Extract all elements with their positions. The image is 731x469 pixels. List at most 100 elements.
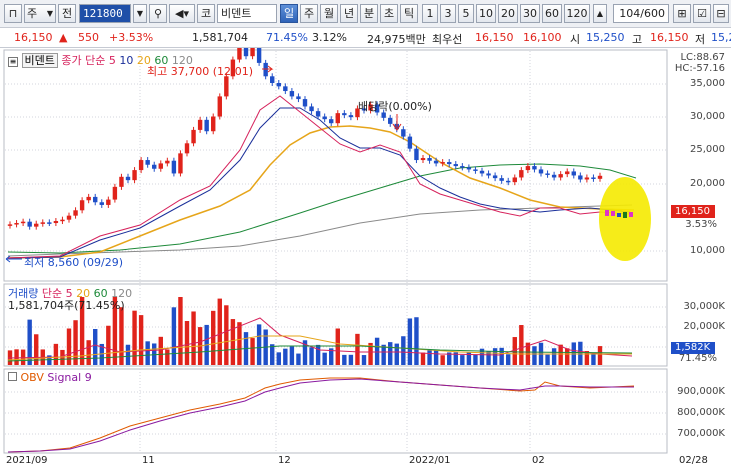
chart-type-icon[interactable]: ⊓ (4, 4, 22, 23)
candle-body (388, 117, 393, 124)
volume-bar (132, 310, 137, 365)
candle-body (158, 163, 163, 169)
candle-body (34, 223, 39, 227)
y-tick-10000: 10,000 (690, 245, 725, 256)
high-price: 16,150 (650, 31, 689, 44)
settings-icon[interactable]: ⊟ (713, 4, 729, 23)
candle-body (427, 158, 432, 161)
volume-current-tag: 1,582K (675, 342, 711, 353)
period-tab-year[interactable]: 년 (340, 4, 358, 23)
volume-bar (217, 298, 222, 365)
volume-info: 1,581,704주(71.45%) (8, 299, 125, 312)
low-label: 저 (695, 33, 706, 46)
volume-ratio: 71.45% (266, 31, 308, 44)
interval-1[interactable]: 1 (422, 4, 438, 23)
volume-bar (532, 346, 537, 365)
candle-body (20, 221, 26, 224)
volume-bar (551, 348, 557, 365)
change-pct: +3.53% (109, 31, 154, 44)
trade-amount: 24,975백만 (367, 33, 426, 46)
period-tab-second[interactable]: 초 (380, 4, 398, 23)
interval-60[interactable]: 60 (542, 4, 562, 23)
volume-bar (145, 341, 150, 365)
volume-bar (250, 338, 255, 365)
candle-body (191, 129, 196, 144)
candle-body (178, 153, 183, 174)
candle-body (335, 113, 340, 124)
stock-code-input[interactable]: 121800 (79, 4, 131, 23)
stock-name-field[interactable]: 비덴트 (217, 4, 277, 23)
volume-bar (86, 340, 91, 365)
candle-body (584, 177, 590, 180)
check-icon[interactable]: ☑ (693, 4, 711, 23)
candle-body (40, 222, 45, 224)
volume-bar (14, 349, 19, 365)
volume-bar (138, 315, 144, 365)
period-tab-month[interactable]: 월 (320, 4, 338, 23)
volume-bar (342, 354, 347, 365)
code-dropdown-icon[interactable]: ▼ (133, 4, 147, 23)
interval-spin-icon[interactable]: ▲ (593, 4, 607, 23)
candle-body (283, 86, 288, 92)
candle-body (486, 173, 491, 176)
candle-body (440, 162, 445, 164)
interval-30[interactable]: 30 (520, 4, 540, 23)
search-icon[interactable]: ⚲ (149, 4, 167, 23)
period-select[interactable]: 주 ▼ (24, 4, 56, 23)
obv-checkbox-icon[interactable] (8, 372, 17, 381)
interval-10[interactable]: 10 (476, 4, 496, 23)
interval-3[interactable]: 3 (440, 4, 456, 23)
period-tab-minute[interactable]: 분 (360, 4, 378, 23)
x-label-11: 11 (142, 455, 155, 466)
candle-body (27, 221, 32, 227)
obv-tick-900000k: 900,000K (677, 386, 725, 397)
volume-bar (414, 317, 419, 365)
interval-5[interactable]: 5 (458, 4, 474, 23)
y-tick-25000: 25,000 (690, 144, 725, 155)
period-tab-week[interactable]: 주 (300, 4, 318, 23)
period-tab-day[interactable]: 일 (280, 4, 298, 23)
candle-body (551, 174, 557, 178)
y-tick-20000: 20,000 (690, 178, 725, 189)
volume-bar (381, 344, 386, 365)
up-arrow-icon: ▲ (59, 31, 68, 44)
ma10-period: 10 (119, 54, 134, 67)
x-label-12: 12 (278, 455, 291, 466)
change-value: 550 (78, 31, 99, 44)
volume-bar (591, 354, 596, 365)
turnover-rate: 3.12% (312, 31, 347, 44)
volume-bar (492, 348, 498, 365)
grid-icon[interactable]: ⊞ (673, 4, 691, 23)
prev-button[interactable]: 전 (58, 4, 76, 23)
volume-bar (545, 354, 550, 365)
candle-body (315, 111, 321, 117)
obv-tick-700000k: 700,000K (677, 428, 725, 439)
candle-body (152, 164, 157, 169)
candle-body (447, 162, 452, 165)
candle-body (14, 223, 19, 225)
low-price: 15,2 (711, 31, 731, 44)
candle-body (66, 215, 72, 220)
period-tab-tick[interactable]: 틱 (400, 4, 418, 23)
volume-bar (440, 355, 445, 365)
volume-value: 1,581,704 (192, 31, 248, 44)
volume-bar (433, 349, 439, 365)
candle-body (492, 175, 498, 179)
interval-20[interactable]: 20 (498, 4, 518, 23)
candle-body (243, 48, 249, 57)
volume-bar (578, 341, 583, 365)
legend-checkbox-icon[interactable]: ≡ (8, 57, 18, 67)
stock-type-label: 코 (197, 4, 215, 23)
candle-body (414, 148, 419, 161)
page-counter: 104/600 (613, 4, 669, 23)
candle-body (197, 119, 203, 130)
candle-body (60, 219, 65, 222)
candle-body (578, 175, 583, 180)
candle-body (53, 221, 59, 224)
interval-120[interactable]: 120 (564, 4, 590, 23)
candle-body (106, 199, 111, 205)
sound-icon[interactable]: ◀▾ (169, 4, 195, 23)
obv-signal-label: Signal 9 (47, 371, 92, 384)
x-label-2021-09: 2021/09 (6, 455, 48, 466)
candle-body (7, 224, 13, 226)
